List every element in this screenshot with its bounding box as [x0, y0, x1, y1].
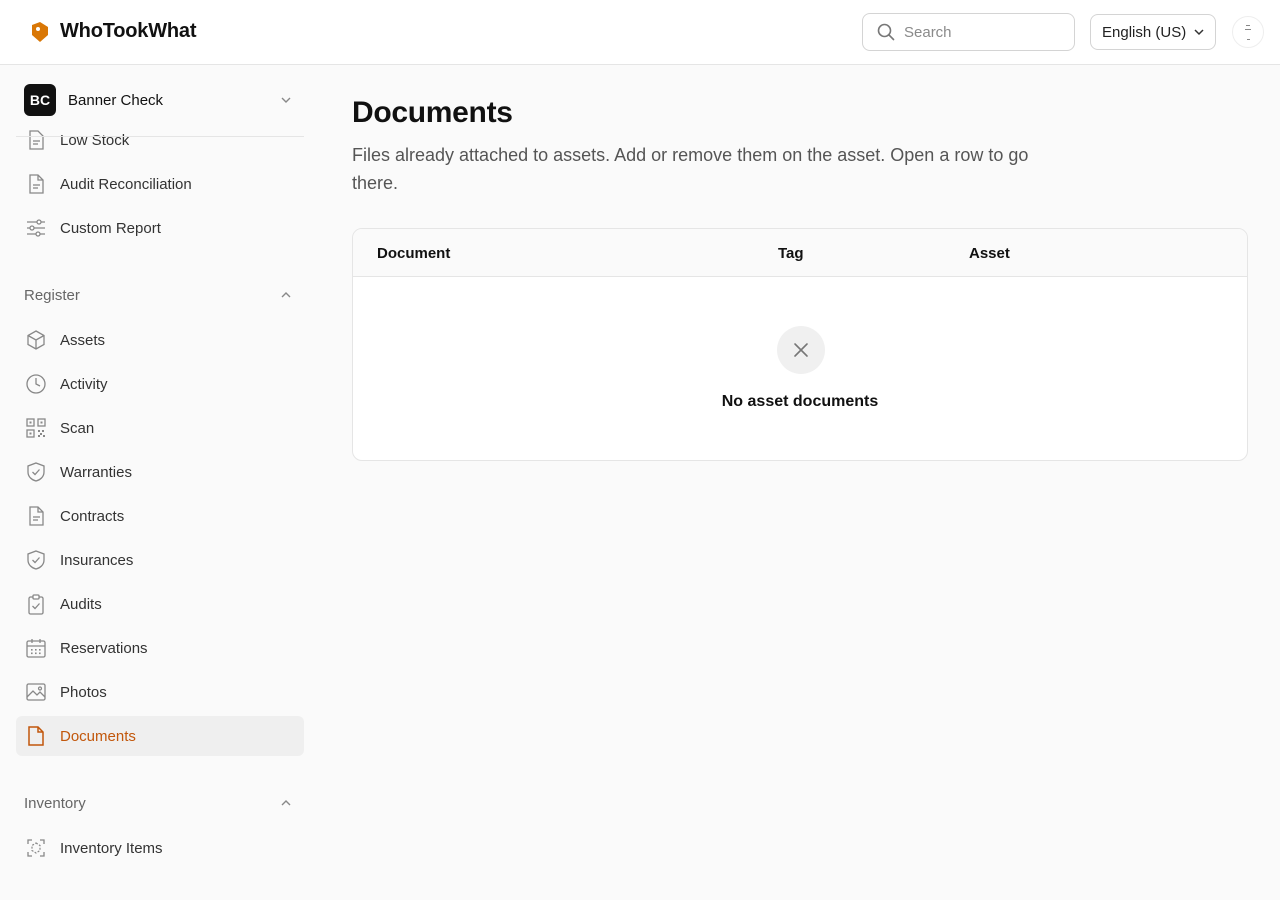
sidebar-item-label: Audits [60, 595, 102, 613]
document-icon [29, 174, 44, 194]
sidebar-item-custom-report[interactable]: Custom Report [16, 208, 304, 248]
sidebar-item-scan[interactable]: Scan [16, 408, 304, 448]
sidebar-item-audits[interactable]: Audits [16, 584, 304, 624]
chevron-up-icon[interactable] [280, 797, 292, 809]
document-icon [29, 130, 44, 150]
search-box[interactable] [862, 13, 1075, 51]
sidebar-item-assets[interactable]: Assets [16, 320, 304, 360]
sidebar-item-activity[interactable]: Activity [16, 364, 304, 404]
empty-state-icon [777, 326, 825, 374]
file-icon [28, 726, 44, 746]
sidebar-item-audit-reconciliation[interactable]: Audit Reconciliation [16, 164, 304, 204]
empty-state-text: No asset documents [721, 393, 879, 410]
tag-logo-icon [32, 21, 48, 42]
scan-box-icon [27, 839, 45, 857]
clock-icon [26, 374, 46, 394]
workspace-avatar: BC [24, 84, 56, 116]
column-header-tag: Tag [778, 245, 804, 262]
sidebar-item-label: Low Stock [60, 131, 130, 149]
sidebar-item-label: Audit Reconciliation [60, 175, 192, 193]
sidebar-item-label: Custom Report [60, 219, 161, 237]
page-subtitle: Files already attached to assets. Add or… [352, 145, 1029, 193]
shield-check-icon [27, 462, 45, 482]
column-header-document: Document [377, 245, 451, 262]
sidebar: BC Banner Check Low Stock Audit Reconcil… [0, 65, 320, 900]
sidebar-item-label: Documents [60, 727, 136, 745]
close-icon [794, 343, 808, 357]
table-header: Document Tag Asset [353, 229, 1247, 277]
page-title: Documents [352, 96, 513, 129]
top-bar: WhoTookWhat English (US) [0, 0, 1280, 65]
section-title-inventory[interactable]: Inventory [24, 795, 86, 812]
chevron-up-icon[interactable] [280, 289, 292, 301]
sidebar-item-label: Inventory Items [60, 839, 163, 857]
language-select[interactable]: English (US) [1090, 14, 1216, 50]
language-label: English (US) [1102, 23, 1187, 41]
image-icon [26, 683, 46, 701]
workspace-switcher[interactable]: BC Banner Check [24, 83, 304, 117]
clipboard-check-icon [28, 594, 44, 615]
sidebar-item-low-stock[interactable]: Low Stock [16, 120, 304, 160]
sidebar-item-inventory-items[interactable]: Inventory Items [16, 828, 304, 868]
section-title-register[interactable]: Register [24, 287, 80, 304]
sidebar-item-photos[interactable]: Photos [16, 672, 304, 712]
search-input[interactable] [904, 23, 1054, 41]
workspace-name: Banner Check [68, 91, 164, 109]
divider [16, 136, 304, 137]
sidebar-item-label: Contracts [60, 507, 125, 525]
chevron-down-icon [1194, 29, 1204, 36]
calendar-icon [26, 639, 46, 658]
app-logo[interactable]: WhoTookWhat [30, 20, 196, 43]
sidebar-item-label: Activity [60, 375, 108, 393]
documents-table: Document Tag Asset No asset documents [352, 228, 1248, 461]
sidebar-item-warranties[interactable]: Warranties [16, 452, 304, 492]
sidebar-item-label: Reservations [60, 639, 148, 657]
sidebar-item-label: Scan [60, 419, 95, 437]
sidebar-item-label: Photos [60, 683, 107, 701]
sidebar-item-insurances[interactable]: Insurances [16, 540, 304, 580]
sliders-icon [27, 219, 45, 237]
chevron-down-icon [281, 97, 291, 103]
sidebar-item-documents[interactable]: Documents [16, 716, 304, 756]
app-name: WhoTookWhat [60, 20, 197, 42]
shield-check-icon [27, 550, 45, 570]
column-header-asset: Asset [969, 245, 1010, 262]
user-avatar[interactable] [1232, 16, 1264, 48]
sidebar-item-contracts[interactable]: Contracts [16, 496, 304, 536]
sidebar-item-label: Warranties [60, 463, 132, 481]
sidebar-item-reservations[interactable]: Reservations [16, 628, 304, 668]
sidebar-item-label: Assets [60, 331, 106, 349]
cube-icon [27, 330, 45, 350]
document-icon [29, 506, 44, 526]
sidebar-item-label: Insurances [60, 551, 134, 569]
qr-code-icon [26, 418, 46, 438]
search-icon [877, 23, 895, 41]
